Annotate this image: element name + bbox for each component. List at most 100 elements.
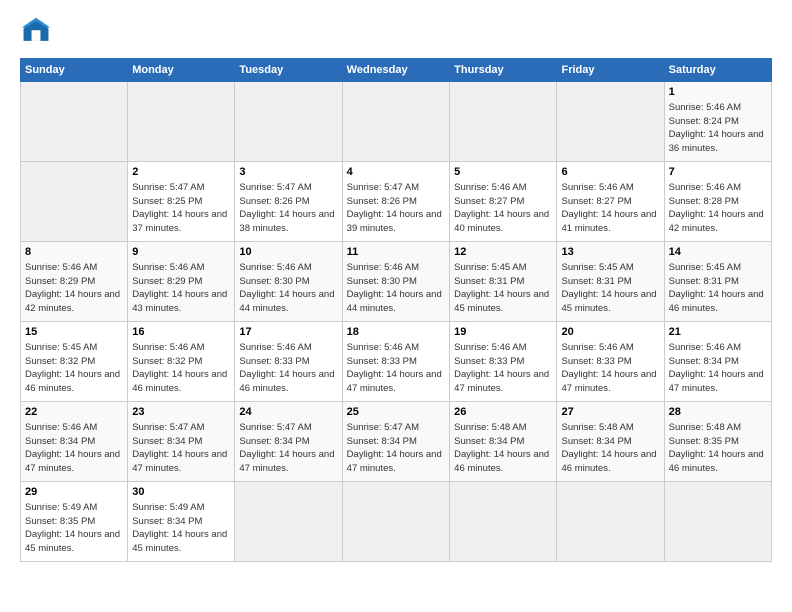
day-info: Sunrise: 5:45 AMSunset: 8:31 PMDaylight:…: [669, 262, 764, 314]
day-number: 20: [561, 325, 659, 340]
empty-cell: [557, 482, 664, 562]
day-info: Sunrise: 5:46 AMSunset: 8:33 PMDaylight:…: [239, 342, 334, 394]
day-number: 15: [25, 325, 123, 340]
calendar-day-cell: 16 Sunrise: 5:46 AMSunset: 8:32 PMDayligh…: [128, 322, 235, 402]
day-info: Sunrise: 5:46 AMSunset: 8:27 PMDaylight:…: [454, 182, 549, 234]
calendar-day-cell: 21 Sunrise: 5:46 AMSunset: 8:34 PMDayligh…: [664, 322, 771, 402]
calendar-day-cell: 23Sunrise: 5:47 AMSunset: 8:34 PMDayligh…: [128, 402, 235, 482]
day-number: 11: [347, 245, 445, 260]
calendar-day-cell: 2 Sunrise: 5:47 AMSunset: 8:25 PMDaylight…: [128, 162, 235, 242]
calendar-day-cell: 17 Sunrise: 5:46 AMSunset: 8:33 PMDayligh…: [235, 322, 342, 402]
day-info: Sunrise: 5:46 AMSunset: 8:24 PMDaylight:…: [669, 102, 764, 154]
day-info: Sunrise: 5:48 AMSunset: 8:34 PMDaylight:…: [454, 422, 549, 474]
day-number: 18: [347, 325, 445, 340]
day-info: Sunrise: 5:46 AMSunset: 8:32 PMDaylight:…: [132, 342, 227, 394]
day-info: Sunrise: 5:48 AMSunset: 8:34 PMDaylight:…: [561, 422, 656, 474]
day-info: Sunrise: 5:46 AMSunset: 8:30 PMDaylight:…: [347, 262, 442, 314]
empty-cell: [21, 82, 128, 162]
day-of-week-header: Friday: [557, 59, 664, 82]
calendar-day-cell: 5Sunrise: 5:46 AMSunset: 8:27 PMDaylight…: [450, 162, 557, 242]
day-info: Sunrise: 5:46 AMSunset: 8:29 PMDaylight:…: [132, 262, 227, 314]
calendar-week-row: 1Sunrise: 5:46 AMSunset: 8:24 PMDaylight…: [21, 82, 772, 162]
calendar-week-row: 15 Sunrise: 5:45 AMSunset: 8:32 PMDayligh…: [21, 322, 772, 402]
calendar-week-row: 2 Sunrise: 5:47 AMSunset: 8:25 PMDaylight…: [21, 162, 772, 242]
day-number: 9: [132, 245, 230, 260]
day-of-week-header: Monday: [128, 59, 235, 82]
calendar-day-cell: 9 Sunrise: 5:46 AMSunset: 8:29 PMDaylight…: [128, 242, 235, 322]
day-number: 8: [25, 245, 123, 260]
day-info: Sunrise: 5:49 AMSunset: 8:34 PMDaylight:…: [132, 502, 227, 554]
empty-cell: [557, 82, 664, 162]
empty-cell: [342, 82, 449, 162]
day-number: 16: [132, 325, 230, 340]
day-number: 2: [132, 165, 230, 180]
day-number: 26: [454, 405, 552, 420]
calendar-day-cell: 8 Sunrise: 5:46 AMSunset: 8:29 PMDaylight…: [21, 242, 128, 322]
day-info: Sunrise: 5:46 AMSunset: 8:34 PMDaylight:…: [25, 422, 120, 474]
empty-cell: [235, 82, 342, 162]
calendar-day-cell: 28 Sunrise: 5:48 AMSunset: 8:35 PMDayligh…: [664, 402, 771, 482]
day-of-week-header: Thursday: [450, 59, 557, 82]
day-info: Sunrise: 5:47 AMSunset: 8:25 PMDaylight:…: [132, 182, 227, 234]
empty-cell: [450, 82, 557, 162]
calendar-day-cell: 12 Sunrise: 5:45 AMSunset: 8:31 PMDayligh…: [450, 242, 557, 322]
day-info: Sunrise: 5:46 AMSunset: 8:29 PMDaylight:…: [25, 262, 120, 314]
day-of-week-header: Wednesday: [342, 59, 449, 82]
day-info: Sunrise: 5:47 AMSunset: 8:26 PMDaylight:…: [239, 182, 334, 234]
calendar-day-cell: 29Sunrise: 5:49 AMSunset: 8:35 PMDayligh…: [21, 482, 128, 562]
calendar-day-cell: 30 Sunrise: 5:49 AMSunset: 8:34 PMDayligh…: [128, 482, 235, 562]
day-info: Sunrise: 5:46 AMSunset: 8:30 PMDaylight:…: [239, 262, 334, 314]
day-info: Sunrise: 5:48 AMSunset: 8:35 PMDaylight:…: [669, 422, 764, 474]
calendar-table: SundayMondayTuesdayWednesdayThursdayFrid…: [20, 58, 772, 562]
day-info: Sunrise: 5:46 AMSunset: 8:33 PMDaylight:…: [347, 342, 442, 394]
day-number: 19: [454, 325, 552, 340]
day-number: 27: [561, 405, 659, 420]
calendar-day-cell: 19Sunrise: 5:46 AMSunset: 8:33 PMDayligh…: [450, 322, 557, 402]
calendar-day-cell: 6Sunrise: 5:46 AMSunset: 8:27 PMDaylight…: [557, 162, 664, 242]
day-number: 24: [239, 405, 337, 420]
day-number: 30: [132, 485, 230, 500]
day-of-week-header: Tuesday: [235, 59, 342, 82]
logo-icon: [20, 16, 52, 48]
day-number: 13: [561, 245, 659, 260]
calendar-week-row: 8 Sunrise: 5:46 AMSunset: 8:29 PMDaylight…: [21, 242, 772, 322]
calendar-day-cell: 22Sunrise: 5:46 AMSunset: 8:34 PMDayligh…: [21, 402, 128, 482]
empty-cell: [235, 482, 342, 562]
calendar-header-row: SundayMondayTuesdayWednesdayThursdayFrid…: [21, 59, 772, 82]
calendar-week-row: 29Sunrise: 5:49 AMSunset: 8:35 PMDayligh…: [21, 482, 772, 562]
empty-cell: [664, 482, 771, 562]
calendar-day-cell: 14 Sunrise: 5:45 AMSunset: 8:31 PMDayligh…: [664, 242, 771, 322]
calendar-day-cell: 18 Sunrise: 5:46 AMSunset: 8:33 PMDayligh…: [342, 322, 449, 402]
empty-cell: [128, 82, 235, 162]
calendar-day-cell: 7 Sunrise: 5:46 AMSunset: 8:28 PMDaylight…: [664, 162, 771, 242]
day-info: Sunrise: 5:47 AMSunset: 8:34 PMDaylight:…: [347, 422, 442, 474]
day-number: 10: [239, 245, 337, 260]
calendar-day-cell: 25Sunrise: 5:47 AMSunset: 8:34 PMDayligh…: [342, 402, 449, 482]
day-number: 12: [454, 245, 552, 260]
calendar-day-cell: 4Sunrise: 5:47 AMSunset: 8:26 PMDaylight…: [342, 162, 449, 242]
calendar-week-row: 22Sunrise: 5:46 AMSunset: 8:34 PMDayligh…: [21, 402, 772, 482]
day-number: 29: [25, 485, 123, 500]
day-info: Sunrise: 5:45 AMSunset: 8:31 PMDaylight:…: [561, 262, 656, 314]
day-of-week-header: Saturday: [664, 59, 771, 82]
day-number: 17: [239, 325, 337, 340]
day-info: Sunrise: 5:45 AMSunset: 8:31 PMDaylight:…: [454, 262, 549, 314]
calendar-day-cell: 24 Sunrise: 5:47 AMSunset: 8:34 PMDayligh…: [235, 402, 342, 482]
calendar-day-cell: 3 Sunrise: 5:47 AMSunset: 8:26 PMDaylight…: [235, 162, 342, 242]
day-number: 3: [239, 165, 337, 180]
day-info: Sunrise: 5:45 AMSunset: 8:32 PMDaylight:…: [25, 342, 120, 394]
calendar-day-cell: 11 Sunrise: 5:46 AMSunset: 8:30 PMDayligh…: [342, 242, 449, 322]
logo: [20, 16, 56, 48]
day-info: Sunrise: 5:46 AMSunset: 8:28 PMDaylight:…: [669, 182, 764, 234]
day-number: 21: [669, 325, 767, 340]
day-number: 23: [132, 405, 230, 420]
day-info: Sunrise: 5:47 AMSunset: 8:34 PMDaylight:…: [239, 422, 334, 474]
day-number: 7: [669, 165, 767, 180]
empty-cell: [450, 482, 557, 562]
day-number: 14: [669, 245, 767, 260]
calendar-day-cell: 20Sunrise: 5:46 AMSunset: 8:33 PMDayligh…: [557, 322, 664, 402]
day-number: 28: [669, 405, 767, 420]
calendar-day-cell: 13 Sunrise: 5:45 AMSunset: 8:31 PMDayligh…: [557, 242, 664, 322]
empty-cell: [21, 162, 128, 242]
day-info: Sunrise: 5:46 AMSunset: 8:34 PMDaylight:…: [669, 342, 764, 394]
